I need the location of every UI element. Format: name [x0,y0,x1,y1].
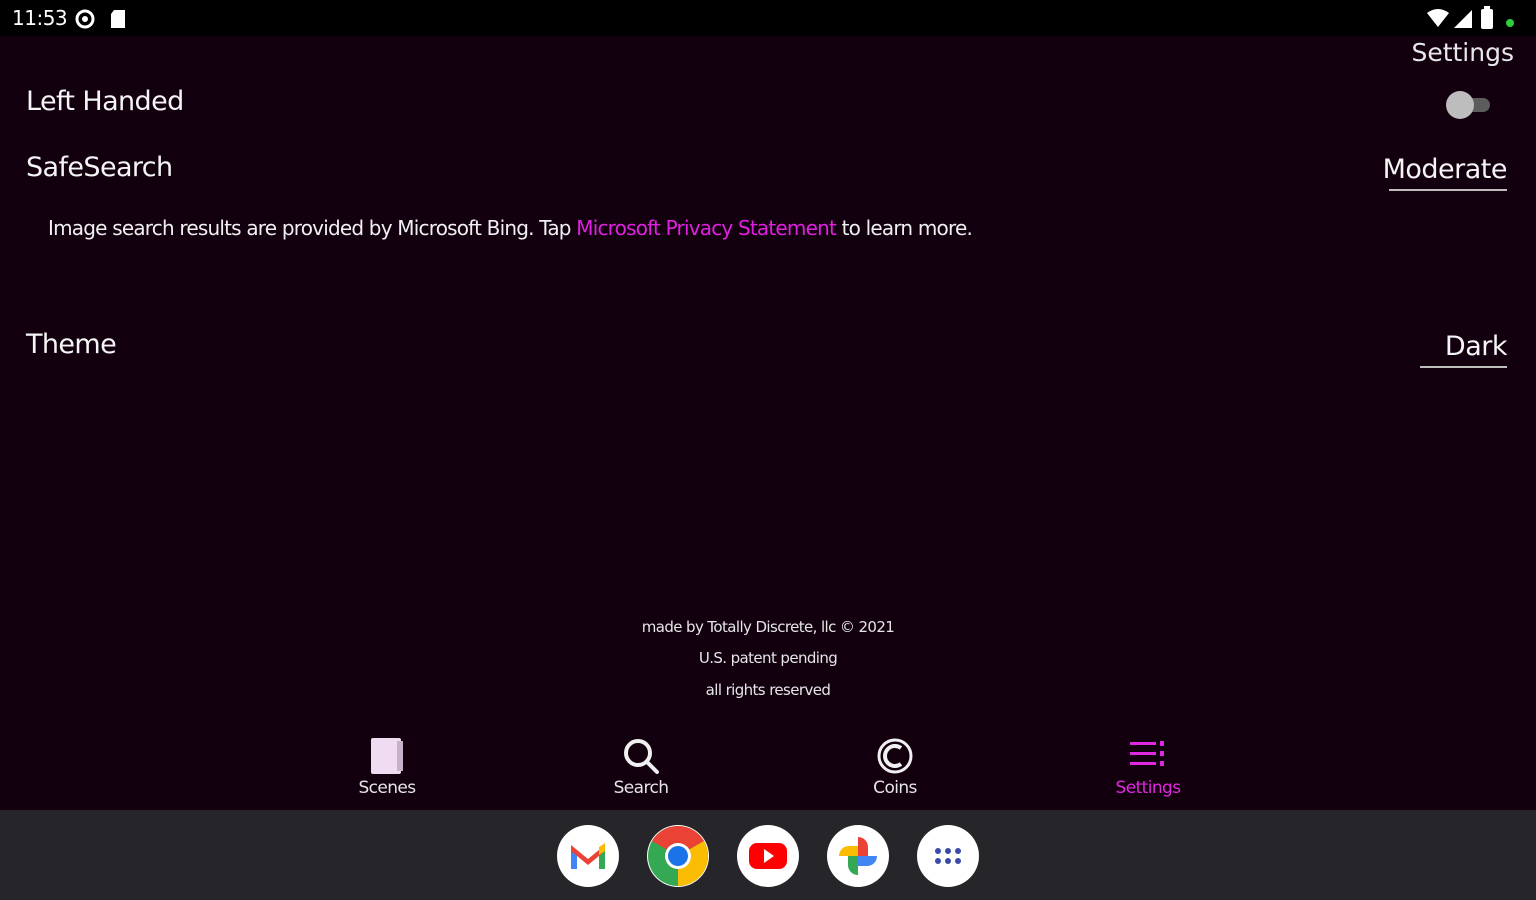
battery-icon [1480,6,1494,34]
nav-label: Scenes [358,778,416,798]
nav-label: Settings [1115,778,1182,798]
theme-dropdown[interactable]: Dark [1420,331,1508,368]
sd-card-icon [108,8,128,34]
privacy-statement-link[interactable]: Microsoft Privacy Statement [576,216,837,240]
dropdown-underline [1420,366,1507,368]
youtube-app-icon[interactable] [737,825,799,887]
theme-value: Dark [1444,331,1508,362]
coins-icon [875,736,915,776]
photos-app-icon[interactable] [827,825,889,887]
notice-suffix: to learn more. [836,216,973,240]
taskbar [0,810,1536,900]
notice-prefix: Image search results are provided by Mic… [48,216,577,240]
page-title: Settings [1411,38,1514,67]
copyright-text: made by Totally Discrete, llc © 2021 [641,618,895,636]
data-saver-icon [74,8,96,34]
nav-item-scenes[interactable]: Scenes [322,736,452,806]
bing-notice: Image search results are provided by Mic… [48,216,973,240]
privacy-dot-icon [1505,13,1515,32]
search-icon [621,736,661,776]
settings-menu-icon [1128,736,1168,776]
gmail-app-icon[interactable] [557,825,619,887]
nav-item-search[interactable]: Search [576,736,706,806]
toggle-thumb [1446,91,1474,119]
theme-label: Theme [26,329,117,360]
app-drawer-icon[interactable] [917,825,979,887]
screen: 11:53 Settings Left Handed SafeSearch Mo… [0,0,1536,900]
safesearch-label: SafeSearch [26,152,173,183]
chrome-app-icon[interactable] [647,825,709,887]
nav-label: Search [613,778,669,798]
rights-text: all rights reserved [705,681,831,699]
cellular-signal-icon [1452,8,1474,34]
status-time: 11:53 [12,6,68,30]
safesearch-value: Moderate [1382,154,1508,185]
nav-item-coins[interactable]: Coins [830,736,960,806]
status-bar: 11:53 [0,0,1536,36]
patent-text: U.S. patent pending [698,649,838,667]
nav-label: Coins [873,778,917,798]
nav-item-settings[interactable]: Settings [1083,736,1213,806]
wifi-icon [1426,7,1450,33]
left-handed-toggle[interactable] [1444,89,1492,119]
settings-screen: Settings Left Handed SafeSearch Moderate… [0,36,1536,810]
scenes-icon [367,736,407,776]
safesearch-dropdown[interactable]: Moderate [1382,154,1508,191]
dropdown-underline [1389,189,1507,191]
left-handed-label: Left Handed [26,86,184,117]
